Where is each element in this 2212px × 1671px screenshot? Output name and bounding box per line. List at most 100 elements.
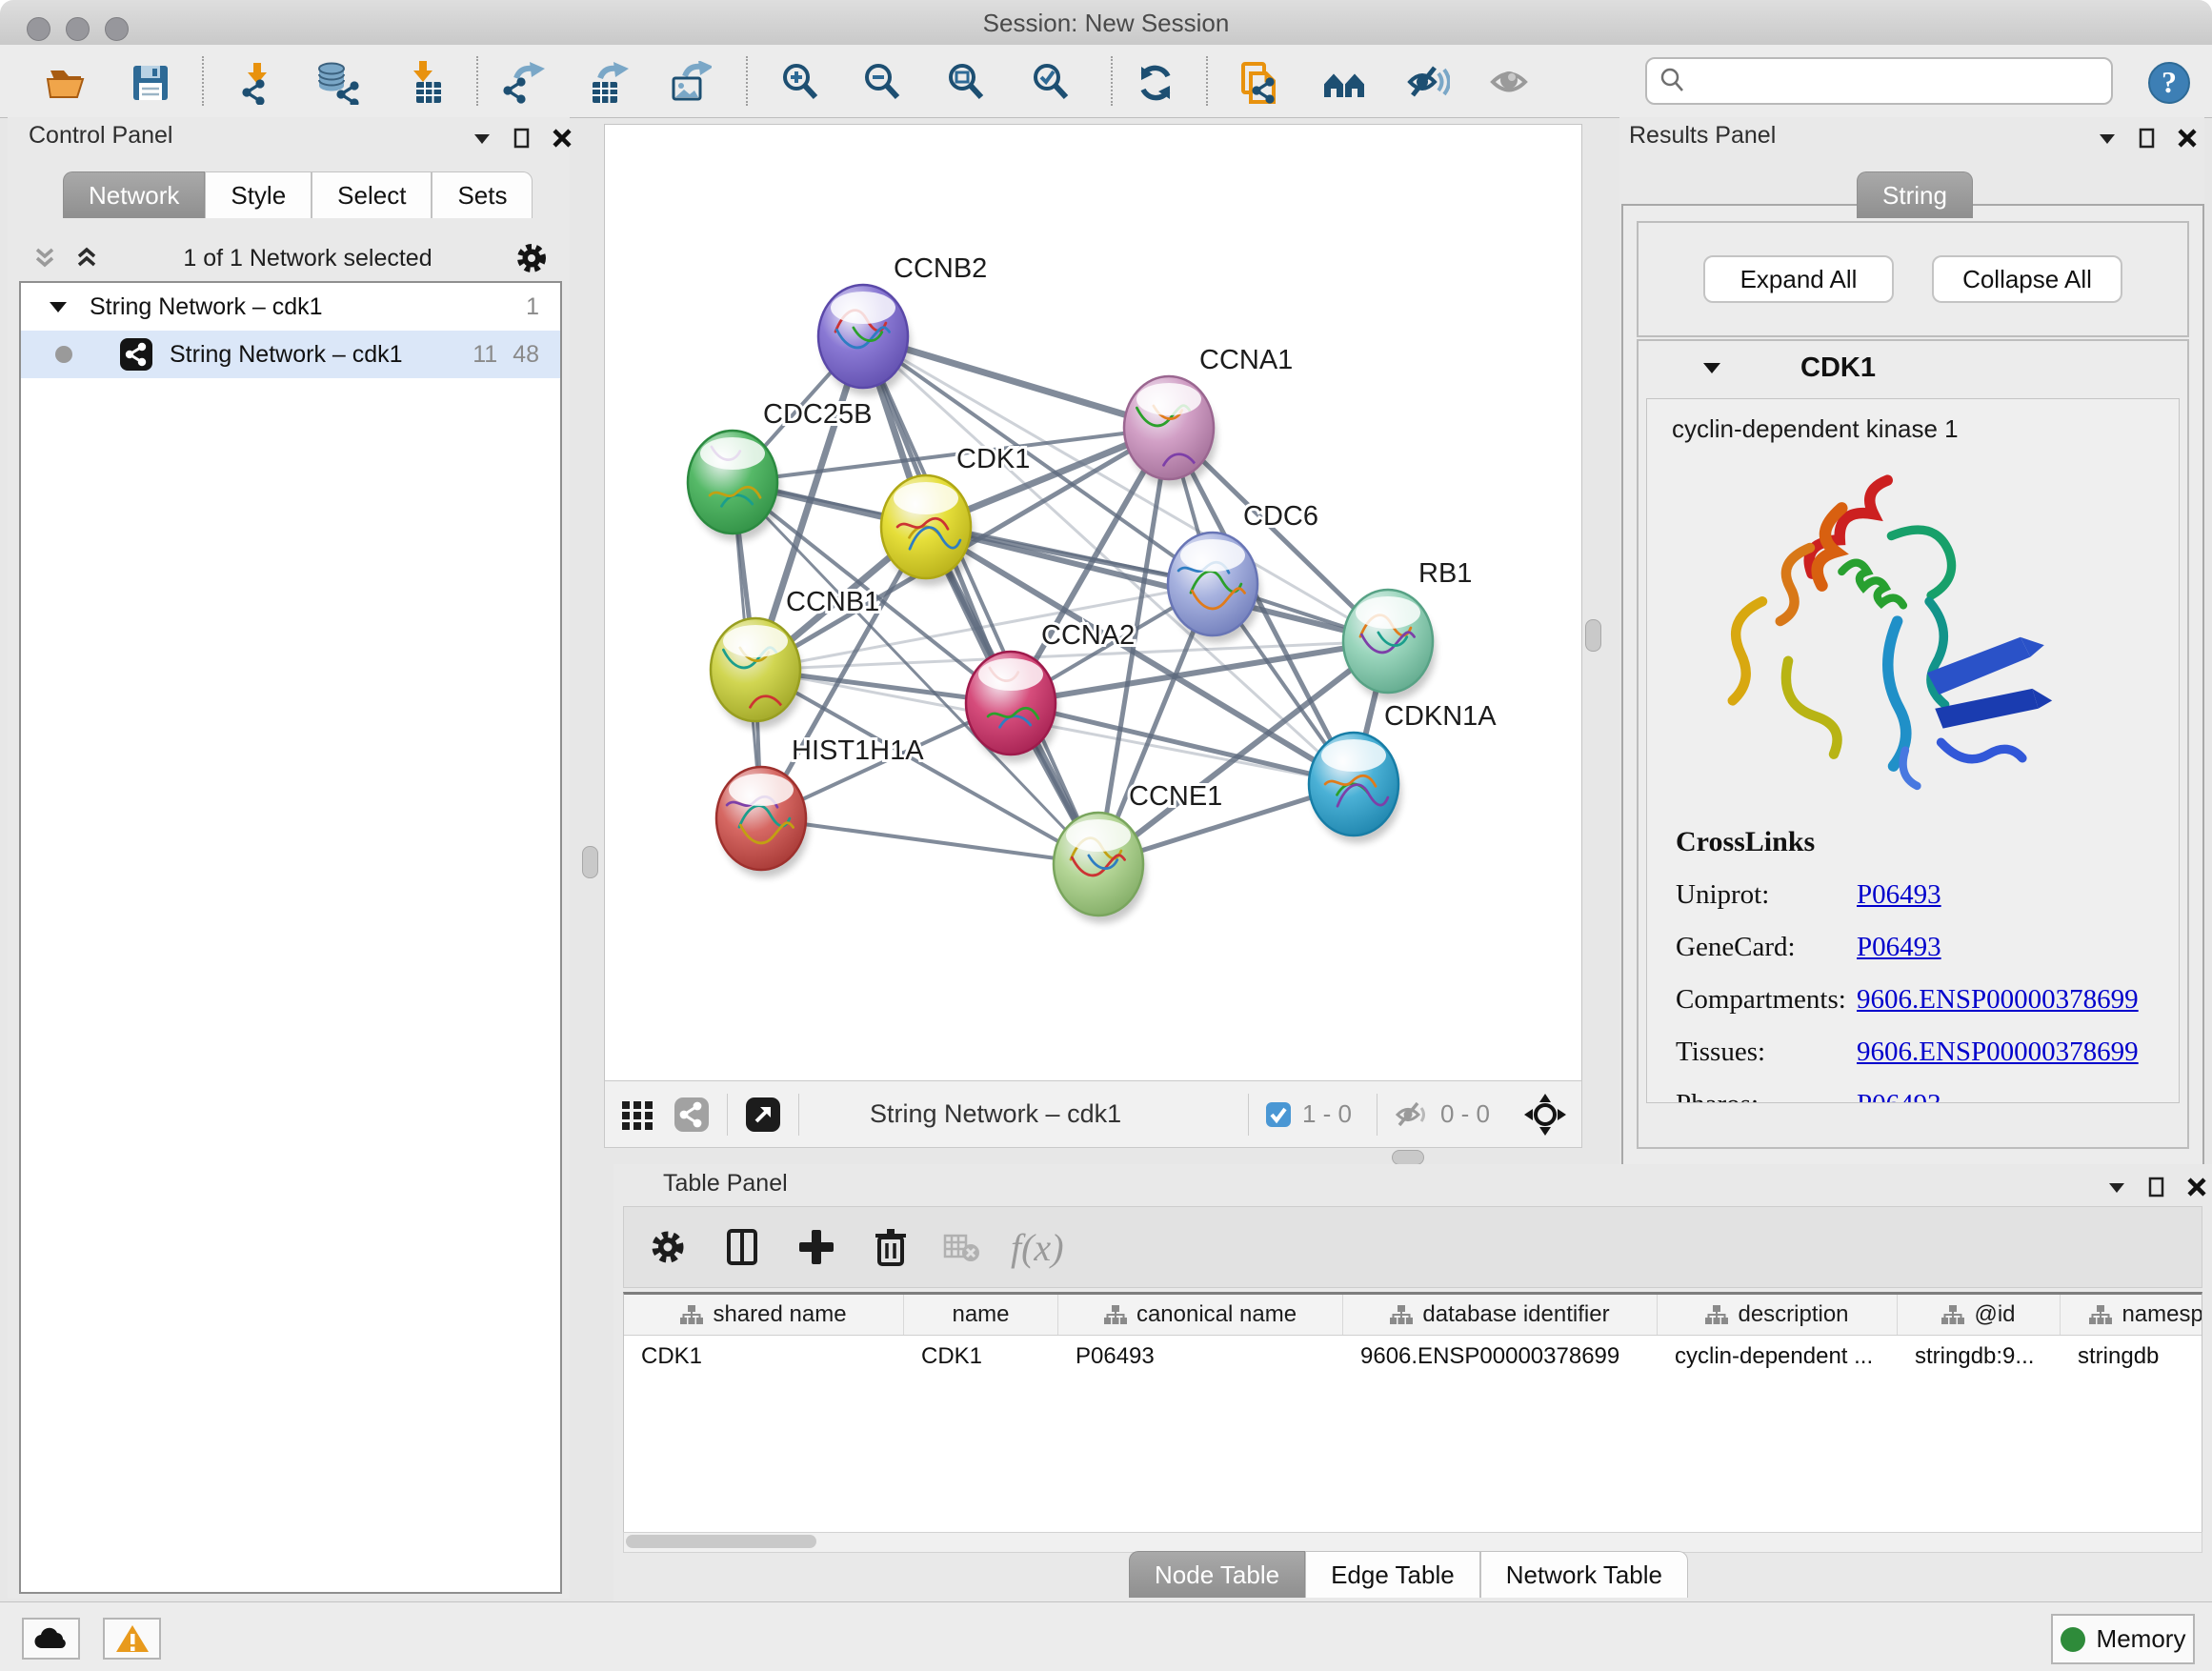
panel-menu-icon[interactable]: [471, 127, 493, 150]
tab-network-table[interactable]: Network Table: [1480, 1551, 1688, 1598]
network-options-gear-icon[interactable]: [513, 239, 551, 277]
panel-close-icon[interactable]: [551, 127, 573, 150]
left-splitter-grip[interactable]: [582, 846, 598, 878]
tab-select[interactable]: Select: [312, 171, 432, 218]
section-disclosure-icon[interactable]: [1699, 355, 1724, 380]
table-cell[interactable]: cyclin-dependent ...: [1658, 1343, 1898, 1370]
node-RB1[interactable]: RB1: [1343, 558, 1472, 700]
share-view-icon[interactable]: [672, 1095, 712, 1135]
expand-all-chevrons-icon[interactable]: [70, 242, 103, 274]
selected-checkbox-icon[interactable]: [1264, 1100, 1293, 1129]
expand-all-button[interactable]: Expand All: [1703, 255, 1894, 303]
table-cell[interactable]: stringdb:9...: [1898, 1343, 2061, 1370]
cloud-button[interactable]: [22, 1618, 80, 1660]
import-database-icon[interactable]: [315, 61, 359, 105]
right-splitter-grip[interactable]: [1585, 619, 1601, 652]
column-header-description[interactable]: description: [1658, 1295, 1898, 1335]
edge-HIST1H1A-CCNE1[interactable]: [761, 818, 1098, 864]
delete-column-icon[interactable]: [870, 1226, 912, 1268]
panel-menu-icon[interactable]: [2105, 1176, 2128, 1198]
tab-node-table[interactable]: Node Table: [1129, 1551, 1305, 1598]
panel-menu-icon[interactable]: [2096, 127, 2119, 150]
crosslink-link[interactable]: P06493: [1857, 932, 1941, 963]
column-header-database-identifier[interactable]: database identifier: [1343, 1295, 1658, 1335]
zoom-out-icon[interactable]: [860, 61, 904, 105]
tab-sets[interactable]: Sets: [432, 171, 533, 218]
export-table-icon[interactable]: [585, 61, 629, 105]
node-table[interactable]: shared namenamecanonical namedatabase id…: [623, 1292, 2202, 1535]
selected-node-edge-counts: 1 - 0: [1302, 1099, 1352, 1129]
show-icon[interactable]: [1489, 61, 1533, 105]
edge-CCNA2-CDKN1A[interactable]: [1011, 703, 1354, 784]
node-HIST1H1A[interactable]: HIST1H1A: [716, 735, 924, 877]
column-header-canonical-name[interactable]: canonical name: [1058, 1295, 1343, 1335]
crosslink-row: GeneCard:P06493: [1676, 932, 2139, 963]
table-options-gear-icon[interactable]: [647, 1226, 689, 1268]
import-network-icon[interactable]: [235, 61, 279, 105]
search-input[interactable]: [1695, 67, 2111, 95]
refresh-icon[interactable]: [1134, 61, 1177, 105]
import-table-icon[interactable]: [403, 61, 447, 105]
panel-float-icon[interactable]: [2136, 127, 2159, 150]
node-CCNA2[interactable]: CCNA2: [966, 620, 1135, 762]
tab-edge-table[interactable]: Edge Table: [1305, 1551, 1480, 1598]
table-row[interactable]: CDK1CDK1P064939606.ENSP00000378699cyclin…: [624, 1336, 2202, 1378]
table-cell[interactable]: 9606.ENSP00000378699: [1343, 1343, 1658, 1370]
node-CDKN1A[interactable]: CDKN1A: [1309, 701, 1497, 843]
collapse-all-button[interactable]: Collapse All: [1932, 255, 2122, 303]
column-header-id[interactable]: @id: [1898, 1295, 2061, 1335]
collection-disclosure-icon[interactable]: [46, 294, 70, 319]
show-columns-icon[interactable]: [721, 1226, 763, 1268]
node-CDC6[interactable]: CDC6: [1168, 501, 1318, 643]
hidden-eye-icon: [1393, 1098, 1431, 1131]
save-icon[interactable]: [129, 61, 172, 105]
crosslink-link[interactable]: P06493: [1857, 879, 1941, 911]
zoom-selected-icon[interactable]: [1029, 61, 1073, 105]
fit-content-crosshair-icon[interactable]: [1522, 1092, 1568, 1137]
crosslink-link[interactable]: 9606.ENSP00000378699: [1857, 1037, 2139, 1068]
bottom-splitter-grip[interactable]: [1392, 1150, 1424, 1165]
table-horizontal-scrollbar[interactable]: [623, 1532, 2202, 1553]
memory-button[interactable]: Memory: [2051, 1614, 2195, 1664]
column-header-namespace[interactable]: namespace: [2061, 1295, 2202, 1335]
table-cell[interactable]: CDK1: [624, 1343, 904, 1370]
open-in-window-icon[interactable]: [743, 1095, 783, 1135]
table-cell[interactable]: CDK1: [904, 1343, 1058, 1370]
add-column-icon[interactable]: [795, 1226, 837, 1268]
warnings-button[interactable]: [103, 1618, 161, 1660]
tab-string[interactable]: String: [1857, 171, 1973, 218]
zoom-fit-icon[interactable]: [944, 61, 988, 105]
node-label-CCNB1: CCNB1: [786, 587, 879, 617]
open-icon[interactable]: [45, 61, 89, 105]
network-collection-row[interactable]: String Network – cdk1 1: [21, 283, 560, 331]
panel-float-icon[interactable]: [2145, 1176, 2168, 1198]
copy-style-icon[interactable]: [1237, 61, 1281, 105]
network-canvas[interactable]: CCNB2CCNA1CDC25BCDK1CDC6RB1CCNB1CCNA2CDK…: [604, 124, 1582, 1081]
houses-icon[interactable]: [1322, 61, 1366, 105]
export-image-icon[interactable]: [668, 61, 712, 105]
hide-icon[interactable]: [1406, 61, 1450, 105]
zoom-in-icon[interactable]: [778, 61, 822, 105]
gene-section-header[interactable]: CDK1: [1639, 341, 2187, 394]
column-header-shared-name[interactable]: shared name: [624, 1295, 904, 1335]
panel-close-icon[interactable]: [2176, 127, 2199, 150]
export-network-icon[interactable]: [503, 61, 547, 105]
crosslink-link[interactable]: P06493: [1857, 1089, 1941, 1103]
search-box[interactable]: [1645, 57, 2113, 105]
panel-close-icon[interactable]: [2185, 1176, 2208, 1198]
node-CCNE1[interactable]: CCNE1: [1054, 781, 1222, 923]
table-cell[interactable]: stringdb: [2061, 1343, 2202, 1370]
node-CCNA1[interactable]: CCNA1: [1124, 345, 1293, 487]
crosslink-link[interactable]: 9606.ENSP00000378699: [1857, 984, 2139, 1016]
table-cell[interactable]: P06493: [1058, 1343, 1343, 1370]
birds-eye-grid-icon[interactable]: [618, 1096, 656, 1134]
column-header-name[interactable]: name: [904, 1295, 1058, 1335]
network-row[interactable]: String Network – cdk1 11 48: [21, 331, 560, 378]
help-icon[interactable]: ?: [2147, 61, 2191, 105]
tab-style[interactable]: Style: [205, 171, 312, 218]
node-CCNB2[interactable]: CCNB2: [818, 253, 987, 395]
collapse-all-chevrons-icon[interactable]: [29, 242, 61, 274]
tab-network[interactable]: Network: [63, 171, 205, 218]
panel-float-icon[interactable]: [511, 127, 533, 150]
edge-CCNB2-CCNE1[interactable]: [863, 336, 1098, 864]
